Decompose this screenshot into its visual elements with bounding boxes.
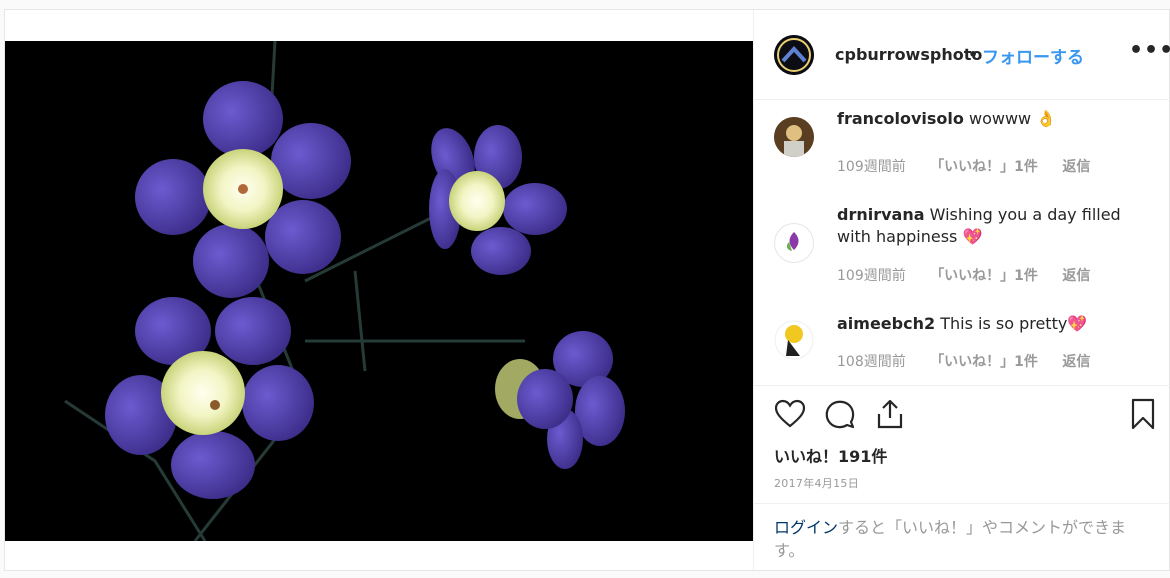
- like-count[interactable]: いいね！191件: [774, 443, 887, 467]
- login-prompt-text: ログインすると「いいね！」やコメントができます。: [774, 516, 1154, 562]
- comment-body: This is so pretty💖: [940, 314, 1088, 333]
- post-photo[interactable]: [5, 41, 753, 541]
- comment-time[interactable]: 109週間前: [837, 159, 906, 175]
- comment-username[interactable]: francolovisolo: [837, 109, 964, 128]
- comment-text: francolovisolo wowww 👌: [837, 108, 1137, 130]
- owner-username[interactable]: cpburrowsphoto: [835, 45, 982, 64]
- reply-button[interactable]: 返信: [1062, 159, 1090, 175]
- comment-meta: 109週間前 「いいね！」1件 返信: [837, 156, 1110, 176]
- share-icon[interactable]: [874, 398, 906, 430]
- comment-text: drnirvana Wishing you a day filled with …: [837, 204, 1137, 248]
- post-card: cpburrowsphoto • フォローする ••• francoloviso…: [4, 9, 1170, 571]
- comment-time[interactable]: 108週間前: [837, 354, 906, 370]
- commenter-avatar[interactable]: [774, 223, 814, 263]
- commenter-avatar[interactable]: [774, 117, 814, 157]
- comment-icon[interactable]: [824, 398, 856, 430]
- comment-likes[interactable]: 「いいね！」1件: [930, 159, 1038, 175]
- login-prompt: ログインすると「いいね！」やコメントができます。: [754, 503, 1170, 570]
- comment-time[interactable]: 109週間前: [837, 268, 906, 284]
- reply-button[interactable]: 返信: [1062, 268, 1090, 284]
- post-sidebar: cpburrowsphoto • フォローする ••• francoloviso…: [753, 10, 1170, 570]
- comment-list: francolovisolo wowww 👌 109週間前 「いいね！」1件 返…: [754, 100, 1170, 386]
- commenter-avatar[interactable]: [774, 320, 814, 360]
- comment-meta: 108週間前 「いいね！」1件 返信: [837, 351, 1110, 371]
- comment-meta: 109週間前 「いいね！」1件 返信: [837, 265, 1110, 285]
- reply-button[interactable]: 返信: [1062, 354, 1090, 370]
- action-bar: [754, 398, 1170, 438]
- post-date[interactable]: 2017年4月15日: [774, 475, 859, 491]
- post-header: cpburrowsphoto • フォローする •••: [754, 10, 1170, 100]
- comment-username[interactable]: drnirvana: [837, 205, 925, 224]
- comment-likes[interactable]: 「いいね！」1件: [930, 268, 1038, 284]
- bookmark-icon[interactable]: [1127, 398, 1159, 430]
- comment-body: wowww 👌: [969, 109, 1057, 128]
- login-link[interactable]: ログイン: [774, 518, 838, 537]
- comment-username[interactable]: aimeebch2: [837, 314, 935, 333]
- follow-button[interactable]: フォローする: [982, 43, 1084, 68]
- flower-photo: [5, 41, 753, 541]
- more-icon[interactable]: •••: [1129, 38, 1170, 63]
- comment-likes[interactable]: 「いいね！」1件: [930, 354, 1038, 370]
- comment-text: aimeebch2 This is so pretty💖: [837, 313, 1137, 335]
- heart-icon[interactable]: [774, 398, 806, 430]
- separator-dot: •: [968, 45, 979, 64]
- owner-avatar[interactable]: [774, 35, 814, 75]
